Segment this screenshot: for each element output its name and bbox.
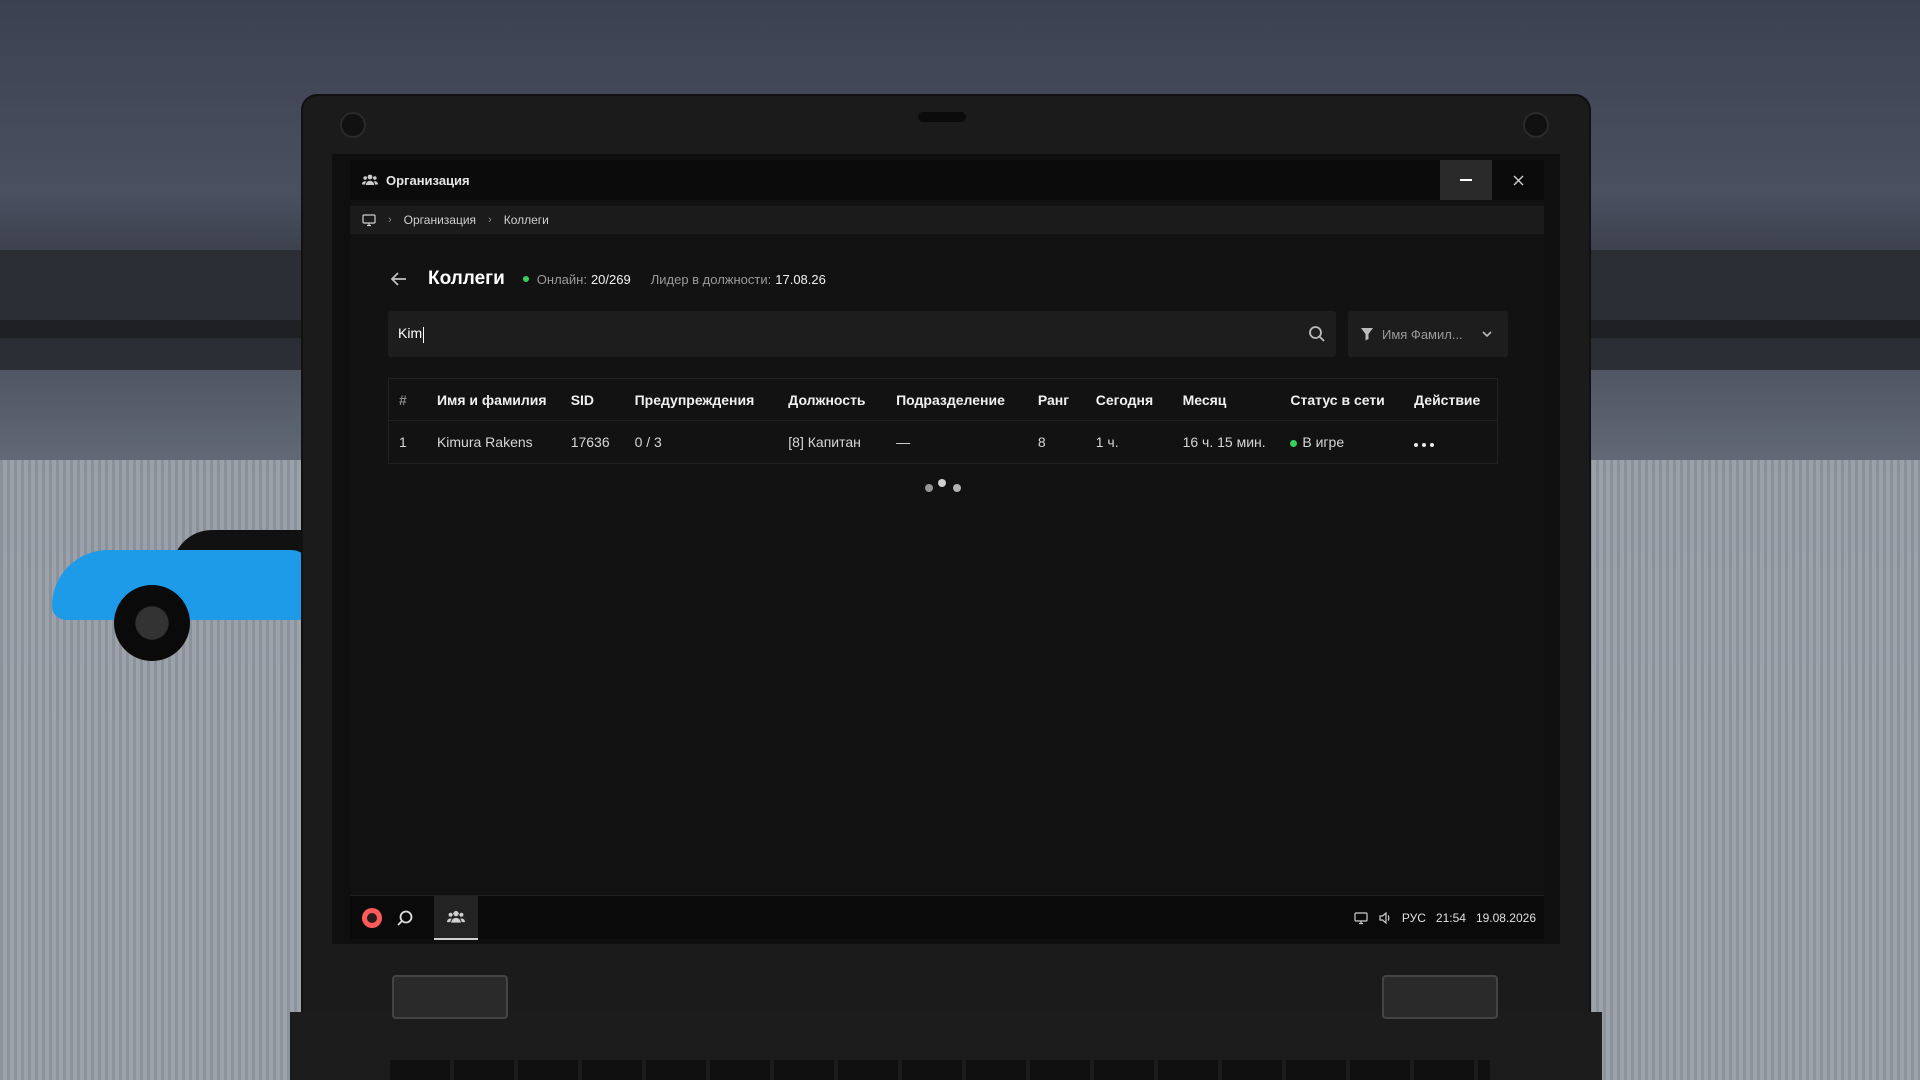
filter-selected: Имя Фамил... <box>1382 326 1463 342</box>
column-header[interactable]: Предупреждения <box>625 392 779 408</box>
breadcrumb-item-organization[interactable]: Организация <box>404 213 476 227</box>
column-header[interactable]: Должность <box>778 392 886 408</box>
background-car <box>52 530 312 661</box>
row-status: В игре <box>1280 434 1404 450</box>
breadcrumb-item-colleagues[interactable]: Коллеги <box>504 213 549 227</box>
close-icon <box>1513 175 1523 185</box>
system-tray: РУС 21:54 19.08.2026 <box>1354 896 1536 940</box>
column-header[interactable]: # <box>389 392 427 408</box>
organization-window: Организация › Организация › Коллеги Колл… <box>350 160 1544 940</box>
people-icon <box>447 910 465 923</box>
online-label: Онлайн: <box>536 271 587 287</box>
column-header[interactable]: Статус в сети <box>1280 392 1404 408</box>
chevron-down-icon <box>1482 331 1492 338</box>
loading-spinner <box>925 479 965 493</box>
row-rank: 8 <box>1037 434 1046 450</box>
more-icon[interactable] <box>1414 440 1438 450</box>
search-icon[interactable] <box>396 909 414 927</box>
text-caret <box>423 326 425 343</box>
row-sid: 17636 <box>570 434 610 450</box>
row-action <box>1404 434 1497 450</box>
minimize-icon <box>1460 179 1472 181</box>
search-input[interactable]: Kim <box>388 311 1336 357</box>
row-month: 16 ч. 15 мин. <box>1182 434 1266 450</box>
language-indicator[interactable]: РУС <box>1402 911 1426 925</box>
colleagues-table: # Имя и фамилия SID Предупреждения Должн… <box>388 378 1498 464</box>
taskbar: РУС 21:54 19.08.2026 <box>350 895 1544 940</box>
chevron-right-icon: › <box>388 214 392 226</box>
column-header: Действие <box>1414 391 1481 408</box>
column-header[interactable]: Подразделение <box>886 392 1028 408</box>
column-header[interactable]: SID <box>561 392 625 408</box>
back-arrow-icon[interactable] <box>388 268 410 290</box>
column-header[interactable]: Сегодня <box>1086 392 1173 408</box>
title-bar: Организация <box>350 160 1544 200</box>
laptop-screw <box>1523 112 1549 138</box>
row-status-text: В игре <box>1302 434 1345 450</box>
monitor-icon[interactable] <box>1354 911 1368 925</box>
window-title: Организация <box>386 172 470 188</box>
row-position: [8] Капитан <box>788 434 861 450</box>
laptop-hinge <box>1382 975 1498 1019</box>
column-header[interactable]: Ранг <box>1028 392 1086 408</box>
clock-time: 21:54 <box>1435 911 1466 925</box>
filter-icon <box>1361 328 1373 341</box>
column-header[interactable]: Месяц <box>1173 392 1281 408</box>
car-wheel <box>114 585 190 661</box>
column-header[interactable]: Имя и фамилия <box>427 392 561 408</box>
page-header: Коллеги Онлайн: 20/269 Лидер в должности… <box>388 266 846 292</box>
clock-date: 19.08.2026 <box>1475 911 1536 925</box>
breadcrumb: › Организация › Коллеги <box>350 206 1544 234</box>
monitor-icon[interactable] <box>362 213 376 227</box>
online-count: 20/269 <box>590 271 631 287</box>
online-status-dot <box>1290 439 1298 447</box>
row-name: Kimura Rakens <box>436 434 533 450</box>
chevron-right-icon: › <box>488 214 492 226</box>
search-value: Kim <box>398 325 423 342</box>
laptop-camera <box>918 112 966 122</box>
volume-icon[interactable] <box>1378 911 1392 925</box>
filter-dropdown[interactable]: Имя Фамил... <box>1348 311 1508 357</box>
table-header: # Имя и фамилия SID Предупреждения Должн… <box>389 379 1497 421</box>
online-dot <box>522 276 529 282</box>
people-icon <box>362 174 378 185</box>
row-division: — <box>896 434 911 450</box>
leader-date: 17.08.26 <box>775 271 826 287</box>
row-warnings: 0 / 3 <box>634 434 662 450</box>
taskbar-app-organization[interactable] <box>434 895 478 940</box>
close-button[interactable] <box>1492 160 1544 200</box>
row-number: 1 <box>399 434 407 450</box>
laptop-screw <box>340 112 366 138</box>
table-row[interactable]: 1 Kimura Rakens 17636 0 / 3 [8] Капитан … <box>389 421 1497 463</box>
page-title: Коллеги <box>428 268 505 289</box>
app-logo-icon[interactable] <box>362 907 382 928</box>
laptop-hinge <box>392 975 508 1019</box>
search-icon[interactable] <box>1308 325 1326 343</box>
laptop-keyboard <box>390 1060 1490 1080</box>
row-today: 1 ч. <box>1095 434 1119 450</box>
leader-label: Лидер в должности: <box>650 271 772 287</box>
minimize-button[interactable] <box>1440 160 1492 200</box>
